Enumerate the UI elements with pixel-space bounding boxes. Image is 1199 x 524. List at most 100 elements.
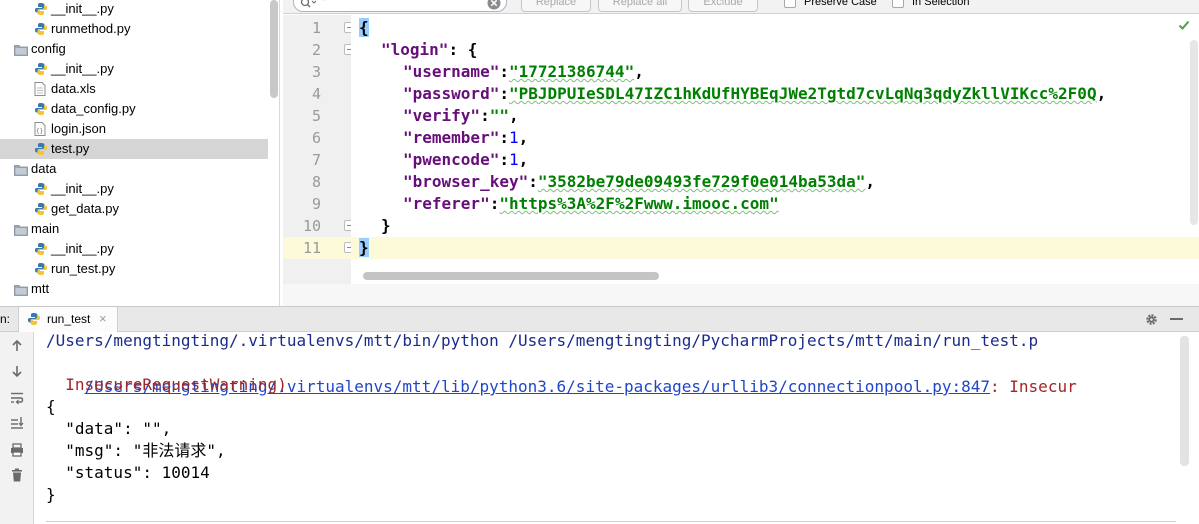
gear-icon[interactable] xyxy=(1144,312,1159,327)
tree-file-item[interactable]: get_data.py xyxy=(0,199,268,219)
preserve-case-checkbox[interactable] xyxy=(784,0,796,8)
project-tree: __init__.py runmethod.py config __init__.py… xyxy=(0,0,280,306)
tree-file-item[interactable]: test.py xyxy=(0,139,268,159)
code-token: , xyxy=(1096,84,1107,103)
replace-button[interactable]: Replace xyxy=(521,0,591,12)
tree-file-item[interactable]: __init__.py xyxy=(0,0,268,19)
line-number: 6 xyxy=(311,129,321,147)
tree-file-item[interactable]: runmethod.py xyxy=(0,19,268,39)
code-line-2: "login": { xyxy=(381,39,477,61)
code-editor[interactable]: {"login": {"username":"17721386744", "pas… xyxy=(351,15,1199,284)
check-icon xyxy=(1178,20,1190,30)
tree-item-label: data.xls xyxy=(51,81,96,96)
code-token: , xyxy=(865,172,876,191)
console-line-json-open: { xyxy=(46,397,56,416)
code-line-7: "pwencode":1, xyxy=(403,149,528,171)
trash-icon[interactable] xyxy=(9,467,25,483)
search-icon xyxy=(300,0,316,8)
line-number: 11 xyxy=(302,239,321,257)
code-token: , xyxy=(518,128,529,147)
tree-file-item[interactable]: __init__.py xyxy=(0,239,268,259)
search-input[interactable]: " xyxy=(293,0,507,12)
tree-folder-item[interactable]: mtt xyxy=(0,279,268,299)
tree-item-label: test.py xyxy=(51,141,90,156)
code-line-10: } xyxy=(381,215,391,237)
tree-item-label: __init__.py xyxy=(51,181,114,196)
scroll-to-end-icon[interactable] xyxy=(9,415,25,431)
code-line-1: { xyxy=(359,17,369,39)
code-token: : xyxy=(480,106,490,125)
code-token: : xyxy=(499,62,509,81)
code-token: : { xyxy=(448,40,478,59)
editor-horizontal-scrollbar[interactable] xyxy=(363,272,659,280)
code-token: , xyxy=(634,62,644,81)
json-key: "browser_key" xyxy=(403,172,529,191)
editor-vertical-scrollbar[interactable] xyxy=(1190,40,1198,225)
tree-file-item[interactable]: {} login.json xyxy=(0,119,268,139)
json-value: "3582be79de09493fe729f0e014ba53da" xyxy=(537,172,866,191)
tree-file-item[interactable]: data_config.py xyxy=(0,99,268,119)
code-line-11: } xyxy=(359,237,369,259)
tree-file-item[interactable]: run_test.py xyxy=(0,259,268,279)
code-line-5: "verify":"", xyxy=(403,105,519,127)
code-token: : xyxy=(528,172,538,191)
code-token: , xyxy=(518,150,529,169)
line-number: 9 xyxy=(311,195,321,213)
tree-item-label: get_data.py xyxy=(51,201,119,216)
in-selection-checkbox[interactable] xyxy=(892,0,904,8)
tree-item-label: __init__.py xyxy=(51,61,114,76)
json-value: "https%3A%2F%2Fwww.imooc.com" xyxy=(499,194,779,213)
tree-file-item[interactable]: __init__.py xyxy=(0,179,268,199)
code-line-6: "remember":1, xyxy=(403,127,528,149)
line-number: 7 xyxy=(311,151,321,169)
console-divider xyxy=(46,521,1176,522)
code-token: , xyxy=(508,106,519,125)
line-number: 4 xyxy=(311,85,321,103)
down-arrow-icon[interactable] xyxy=(9,363,25,379)
matched-brace: { xyxy=(359,18,369,37)
tab-run-test[interactable]: run_test × xyxy=(18,307,118,332)
code-token: : xyxy=(499,128,509,147)
up-arrow-icon[interactable] xyxy=(9,338,25,354)
soft-wrap-icon[interactable] xyxy=(9,390,25,406)
console-line-status: "status": 10014 xyxy=(46,463,210,482)
clear-icon[interactable] xyxy=(487,0,501,10)
tree-folder-item[interactable]: config xyxy=(0,39,268,59)
code-line-8: "browser_key":"3582be79de09493fe729f0e01… xyxy=(403,171,875,193)
matched-brace: } xyxy=(359,238,369,257)
replace-all-button[interactable]: Replace all xyxy=(598,0,682,12)
json-key: "verify" xyxy=(403,106,481,125)
tree-item-label: data_config.py xyxy=(51,101,136,116)
code-line-3: "username":"17721386744", xyxy=(403,61,644,83)
run-panel-prefix: n: xyxy=(0,312,11,326)
console-output[interactable]: /Users/mengtingting/.virtualenvs/mtt/bin… xyxy=(34,332,1199,524)
close-icon[interactable]: × xyxy=(99,311,107,326)
tree-scrollbar[interactable] xyxy=(270,0,278,98)
tree-item-label: run_test.py xyxy=(51,261,116,276)
console-line-warning-class: InsecureRequestWarning) xyxy=(46,375,287,394)
line-number: 3 xyxy=(311,63,321,81)
tree-file-item[interactable]: data.xls xyxy=(0,79,268,99)
json-value: 1 xyxy=(508,128,519,147)
json-key: "login" xyxy=(381,40,449,59)
in-selection-label: In Selection xyxy=(912,0,970,8)
svg-text:{}: {} xyxy=(36,128,43,135)
code-line-9: "referer":"https%3A%2F%2Fwww.imooc.com" xyxy=(403,193,779,215)
console-warning-text: : Insecur xyxy=(990,377,1077,396)
console-scrollbar[interactable] xyxy=(1180,336,1189,466)
tree-folder-item[interactable]: data xyxy=(0,159,268,179)
exclude-button[interactable]: Exclude xyxy=(688,0,758,12)
tree-file-item[interactable]: __init__.py xyxy=(0,59,268,79)
print-icon[interactable] xyxy=(9,442,25,458)
console-line-msg: "msg": "非法请求", xyxy=(46,441,226,460)
hide-panel-icon[interactable] xyxy=(1170,318,1183,320)
preserve-case-label: Preserve Case xyxy=(804,0,877,8)
python-file-icon xyxy=(28,313,40,325)
tree-item-label: __init__.py xyxy=(51,1,114,16)
json-value: 1 xyxy=(508,150,519,169)
line-number: 1 xyxy=(311,19,321,37)
tree-folder-item[interactable]: main xyxy=(0,219,268,239)
code-token: : xyxy=(499,84,509,103)
console-line-json-close: } xyxy=(46,485,56,504)
tree-item-label: main xyxy=(31,221,60,236)
